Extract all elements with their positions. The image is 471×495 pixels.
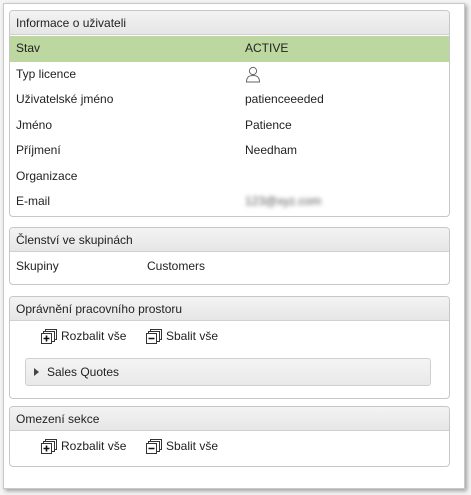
group-membership-panel: Členství ve skupinách Skupiny Customers	[9, 227, 450, 285]
section-collapse-all-button[interactable]: Sbalit vše	[146, 436, 218, 456]
workspace-collapse-all-label: Sbalit vše	[166, 329, 219, 343]
email-row: E-mail 123@xyz.com	[10, 189, 449, 215]
expand-all-icon	[41, 328, 57, 344]
license-type-row: Typ licence	[10, 62, 449, 88]
section-restrictions-header: Omezení sekce	[10, 407, 449, 431]
workspace-expand-all-label: Rozbalit vše	[61, 329, 127, 343]
section-collapse-all-label: Sbalit vše	[166, 439, 219, 453]
user-info-header: Informace o uživateli	[10, 11, 449, 35]
organization-row: Organizace	[10, 164, 449, 190]
section-restrictions-panel: Omezení sekce Rozbalit vše Sbalit vše	[9, 406, 450, 467]
last-name-value: Needham	[245, 143, 298, 157]
last-name-row: Příjmení Needham	[10, 138, 449, 164]
status-row: Stav ACTIVE	[10, 36, 449, 62]
license-type-value	[245, 62, 261, 88]
user-detail-window: Informace o uživateli Stav ACTIVE Typ li…	[3, 3, 465, 489]
group-membership-header: Členství ve skupinách	[10, 228, 449, 252]
username-label: Uživatelské jméno	[16, 92, 114, 106]
sales-quotes-label: Sales Quotes	[47, 365, 120, 379]
username-value: patienceeeded	[245, 92, 324, 106]
workspace-permissions-header: Oprávnění pracovního prostoru	[10, 297, 449, 321]
workspace-permissions-toolbar: Rozbalit vše Sbalit vše	[10, 321, 449, 351]
section-expand-all-button[interactable]: Rozbalit vše	[41, 436, 126, 456]
email-value: 123@xyz.com	[245, 194, 322, 208]
sales-quotes-section-toggle[interactable]: Sales Quotes	[25, 358, 431, 386]
collapse-all-icon	[146, 328, 162, 344]
first-name-row: Jméno Patience	[10, 113, 449, 139]
first-name-value: Patience	[245, 117, 292, 132]
status-label: Stav	[16, 41, 41, 55]
groups-label: Skupiny	[16, 259, 59, 273]
section-expand-all-label: Rozbalit vše	[61, 439, 127, 453]
email-label: E-mail	[16, 194, 51, 208]
expand-all-icon	[41, 438, 57, 454]
last-name-label: Příjmení	[16, 143, 61, 157]
collapse-all-icon	[146, 438, 162, 454]
user-icon	[245, 66, 261, 83]
workspace-expand-all-button[interactable]: Rozbalit vše	[41, 326, 126, 346]
section-restrictions-toolbar: Rozbalit vše Sbalit vše	[10, 431, 449, 461]
groups-value: Customers	[147, 259, 206, 273]
user-info-panel: Informace o uživateli Stav ACTIVE Typ li…	[9, 10, 450, 217]
first-name-label: Jméno	[16, 117, 53, 132]
workspace-collapse-all-button[interactable]: Sbalit vše	[146, 326, 218, 346]
groups-row: Skupiny Customers	[10, 254, 449, 280]
status-value: ACTIVE	[245, 41, 289, 55]
expand-triangle-icon	[34, 368, 39, 376]
license-type-label: Typ licence	[16, 66, 77, 81]
organization-label: Organizace	[16, 168, 78, 183]
workspace-permissions-panel: Oprávnění pracovního prostoru Rozbalit v…	[9, 296, 450, 399]
username-row: Uživatelské jméno patienceeeded	[10, 87, 449, 113]
